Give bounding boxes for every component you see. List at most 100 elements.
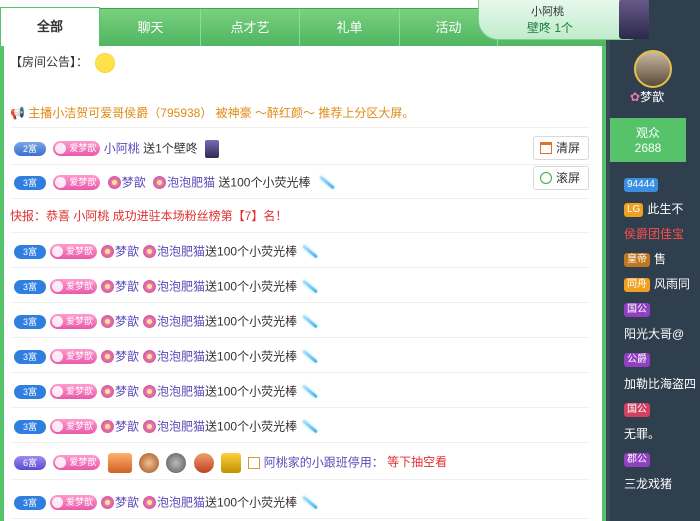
user-icon — [248, 456, 261, 469]
user-nick[interactable]: 泡泡肥猫 — [157, 419, 205, 433]
user-nick[interactable]: 梦歆 — [115, 495, 139, 509]
check-circle-icon — [540, 172, 552, 184]
chat-messages: 【房间公告】： 📢 主播小洁贺可爱哥侯爵（795938） 被神豪 ～醉红颜～ 推… — [0, 46, 602, 521]
anchor-name[interactable]: ✿梦歆 — [630, 88, 664, 105]
user-nick[interactable]: 梦歆 — [115, 244, 139, 258]
user-nick[interactable]: 泡泡肥猫 — [157, 314, 205, 328]
wealth-level-badge: 3富 — [14, 175, 46, 190]
fan-badge: 爱梦歆 — [50, 314, 98, 330]
user-level-badge: 皇帝 — [624, 252, 650, 267]
audience-name: 阳光大哥@ — [624, 327, 685, 341]
alert-text: 快报：恭喜 小阿桃 成功进驻本场粉丝榜第【7】名！ — [10, 209, 288, 223]
tab-talent[interactable]: 点才艺 — [201, 9, 300, 47]
fan-badge: 爱梦歆 — [50, 279, 98, 295]
user-level-badge: 国公 — [624, 302, 650, 317]
user-level-badge: 郡公 — [624, 452, 650, 467]
flower-icon — [107, 176, 121, 190]
user-nick[interactable]: 泡泡肥猫 — [167, 175, 215, 189]
audience-item[interactable]: 同舟 风雨同 — [610, 272, 700, 296]
fan-badge: 爱梦歆 — [53, 455, 101, 471]
user-nick[interactable]: 小阿桃 — [104, 141, 140, 155]
live-room: 全部 聊天 点才艺 礼单 活动 【房间公告】： 📢 主播小洁贺可爱哥侯爵（795… — [0, 0, 700, 521]
fan-badge: 爱梦歆 — [50, 349, 98, 365]
user-nick[interactable]: 梦歆 — [115, 349, 139, 363]
clear-label: 清屏 — [556, 141, 581, 155]
user-nick[interactable]: 梦歆 — [115, 384, 139, 398]
clear-screen-button[interactable]: 清屏 — [533, 136, 589, 160]
user-nick[interactable]: 梦歆 — [122, 175, 146, 189]
gift-text: 送100个小荧光棒 — [205, 349, 298, 364]
audience-name: 风雨同 — [654, 277, 691, 291]
flower-icon — [101, 496, 115, 510]
chat-text: 等下抽空看 — [387, 455, 448, 469]
audience-item[interactable]: 公爵 — [610, 347, 700, 371]
audience-name: 此生不 — [647, 202, 684, 216]
tab-gift-list[interactable]: 礼单 — [300, 9, 400, 47]
audience-item[interactable]: 郡公 — [610, 447, 700, 471]
audience-name: 加勒比海盗四 — [624, 377, 697, 391]
audience-item[interactable]: 皇帝售 — [610, 247, 700, 271]
fan-badge: 爱梦歆 — [53, 175, 101, 191]
user-nick[interactable]: 泡泡肥猫 — [157, 279, 205, 293]
tab-chat[interactable]: 聊天 — [101, 9, 201, 47]
audience-item[interactable]: 加勒比海盗四 — [610, 372, 700, 396]
audience-item[interactable]: 三龙戏猪 — [610, 472, 700, 496]
chat-row: 3富 爱梦歆 梦歆 泡泡肥猫送100个小荧光棒 — [10, 375, 590, 408]
user-nick[interactable]: 梦歆 — [115, 419, 139, 433]
flower-icon — [101, 420, 115, 434]
guard-icon — [166, 452, 187, 473]
audience-item[interactable]: LG 此生不 — [610, 197, 700, 221]
anchor-avatar[interactable] — [634, 50, 672, 88]
flower-icon — [143, 245, 157, 259]
user-nick[interactable]: 泡泡肥猫 — [157, 384, 205, 398]
flower-icon — [143, 385, 157, 399]
user-nick[interactable]: 阿桃家的小跟班停用： — [264, 455, 384, 469]
flower-icon — [143, 350, 157, 364]
user-nick[interactable]: 梦歆 — [115, 314, 139, 328]
wealth-level-badge: 3富 — [14, 314, 46, 329]
audience-name: 售 — [654, 252, 667, 266]
announcement-row: 【房间公告】： — [10, 46, 590, 79]
chat-row: 3富 爱梦歆 梦歆 泡泡肥猫送100个小荧光棒 — [10, 235, 590, 268]
chat-row: 3富 爱梦歆 梦歆 泡泡肥猫送100个小荧光棒 — [10, 270, 590, 303]
chat-panel: 全部 聊天 点才艺 礼单 活动 【房间公告】： 📢 主播小洁贺可爱哥侯爵（795… — [0, 0, 606, 521]
user-nick[interactable]: 泡泡肥猫 — [157, 495, 205, 509]
scroll-screen-button[interactable]: 滚屏 — [533, 166, 589, 190]
wealth-level-badge: 3富 — [14, 495, 46, 510]
chat-row: 3富 爱梦歆 梦歆 泡泡肥猫 送100个小荧光棒 — [10, 166, 590, 199]
audience-name: 无罪。 — [624, 427, 661, 441]
audience-item[interactable]: 无罪。 — [610, 422, 700, 446]
audience-item[interactable]: 国公 — [610, 397, 700, 421]
audience-item[interactable]: 阳光大哥@ — [610, 322, 700, 346]
user-nick[interactable]: 泡泡肥猫 — [157, 244, 205, 258]
tab-all[interactable]: 全部 — [0, 7, 100, 47]
user-nick[interactable]: 泡泡肥猫 — [157, 349, 205, 363]
glowstick-icon — [318, 175, 335, 190]
audience-item[interactable]: 94444 — [610, 172, 700, 196]
popup-gift: 壁咚 1个 — [527, 21, 574, 35]
audience-tab[interactable]: 观众 2688 — [610, 118, 686, 162]
flower-icon — [143, 420, 157, 434]
wealth-level-badge: 3富 — [14, 384, 46, 399]
chat-row: 2富 爱梦歆 小阿桃 送1个壁咚 — [10, 132, 590, 165]
flower-icon — [101, 245, 115, 259]
flower-icon — [153, 176, 167, 190]
chat-row: 3富 爱梦歆 梦歆 泡泡肥猫送100个小荧光棒 — [10, 340, 590, 373]
gift-icon — [205, 139, 220, 158]
audience-label: 观众 — [635, 126, 660, 140]
chat-row: 3富 爱梦歆 梦歆 泡泡肥猫送100个小荧光棒 — [10, 486, 590, 519]
megaphone-icon: 📢 — [10, 106, 25, 120]
fan-badge: 爱梦歆 — [50, 244, 98, 260]
user-level-badge: 国公 — [624, 402, 650, 417]
flower-icon — [101, 315, 115, 329]
audience-item[interactable]: 国公 — [610, 297, 700, 321]
audience-item[interactable]: 侯爵团佳宝 — [610, 222, 700, 246]
chat-row: 3富 爱梦歆 梦歆 泡泡肥猫送100个小荧光棒 — [10, 305, 590, 338]
audience-name: 侯爵团佳宝 — [624, 227, 685, 241]
user-level-badge: 公爵 — [624, 352, 650, 367]
wealth-level-badge: 2富 — [14, 141, 46, 156]
alert-row: 快报：恭喜 小阿桃 成功进驻本场粉丝榜第【7】名！ — [10, 200, 590, 233]
trash-icon — [540, 142, 552, 154]
user-nick[interactable]: 梦歆 — [115, 279, 139, 293]
rank-icon — [193, 452, 214, 473]
